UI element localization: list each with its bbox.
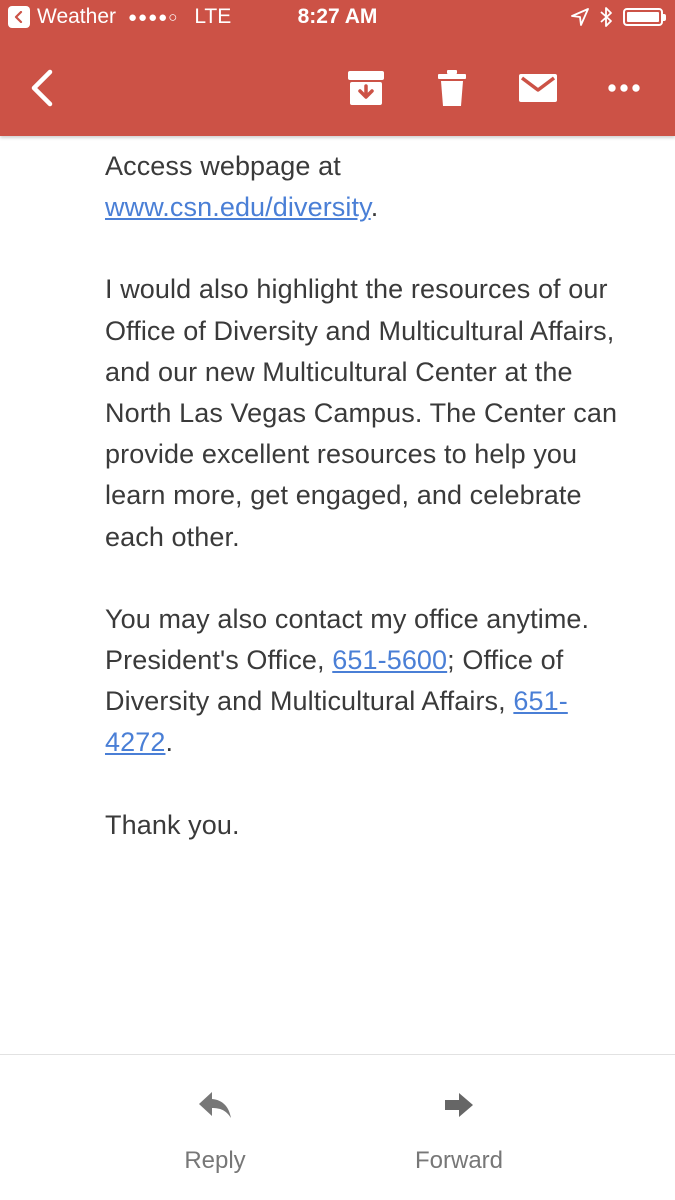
status-right xyxy=(571,6,666,28)
paragraph-webpage: Access webpage at www.csn.edu/diversity. xyxy=(105,146,625,228)
forward-arrow-icon xyxy=(445,1093,473,1117)
mark-unread-button[interactable] xyxy=(510,50,566,126)
location-icon xyxy=(571,8,589,26)
back-to-app-icon[interactable] xyxy=(8,6,30,28)
trash-icon xyxy=(438,70,466,106)
bottom-action-bar: Reply Forward xyxy=(0,1054,675,1200)
punctuation: . xyxy=(165,727,174,758)
more-button[interactable] xyxy=(596,50,652,126)
delete-button[interactable] xyxy=(426,50,478,126)
paragraph-resources: I would also highlight the resources of … xyxy=(105,274,618,552)
reply-button[interactable]: Reply xyxy=(135,1085,295,1175)
forward-label: Forward xyxy=(414,1147,504,1174)
diversity-link[interactable]: www.csn.edu/diversity xyxy=(105,192,371,222)
email-body: Access webpage at www.csn.edu/diversity.… xyxy=(105,146,625,846)
archive-icon xyxy=(348,71,384,105)
back-button[interactable] xyxy=(14,50,70,126)
paragraph-closing: Thank you. xyxy=(105,809,240,840)
reply-label: Reply xyxy=(184,1147,246,1174)
more-icon xyxy=(608,84,640,92)
archive-button[interactable] xyxy=(340,50,392,126)
paragraph-text: Access webpage at xyxy=(105,151,341,181)
status-left: Weather ●●●●○ LTE xyxy=(8,5,231,29)
president-office-phone-link[interactable]: 651-5600 xyxy=(332,645,447,675)
battery-icon xyxy=(623,8,666,26)
app-header: Weather ●●●●○ LTE 8:27 AM xyxy=(0,0,675,136)
paragraph-contact: You may also contact my office anytime. … xyxy=(105,599,625,764)
back-arrow-icon xyxy=(31,69,53,107)
signal-strength: ●●●●○ xyxy=(128,8,179,26)
bluetooth-icon xyxy=(600,7,612,27)
back-app-label[interactable]: Weather xyxy=(37,5,116,29)
carrier-label: LTE xyxy=(194,5,232,28)
email-toolbar xyxy=(0,50,675,126)
status-bar: Weather ●●●●○ LTE 8:27 AM xyxy=(0,0,675,36)
mail-icon xyxy=(519,74,557,102)
punctuation: . xyxy=(370,192,379,223)
reply-icon xyxy=(199,1092,231,1118)
forward-button[interactable]: Forward xyxy=(379,1085,539,1175)
